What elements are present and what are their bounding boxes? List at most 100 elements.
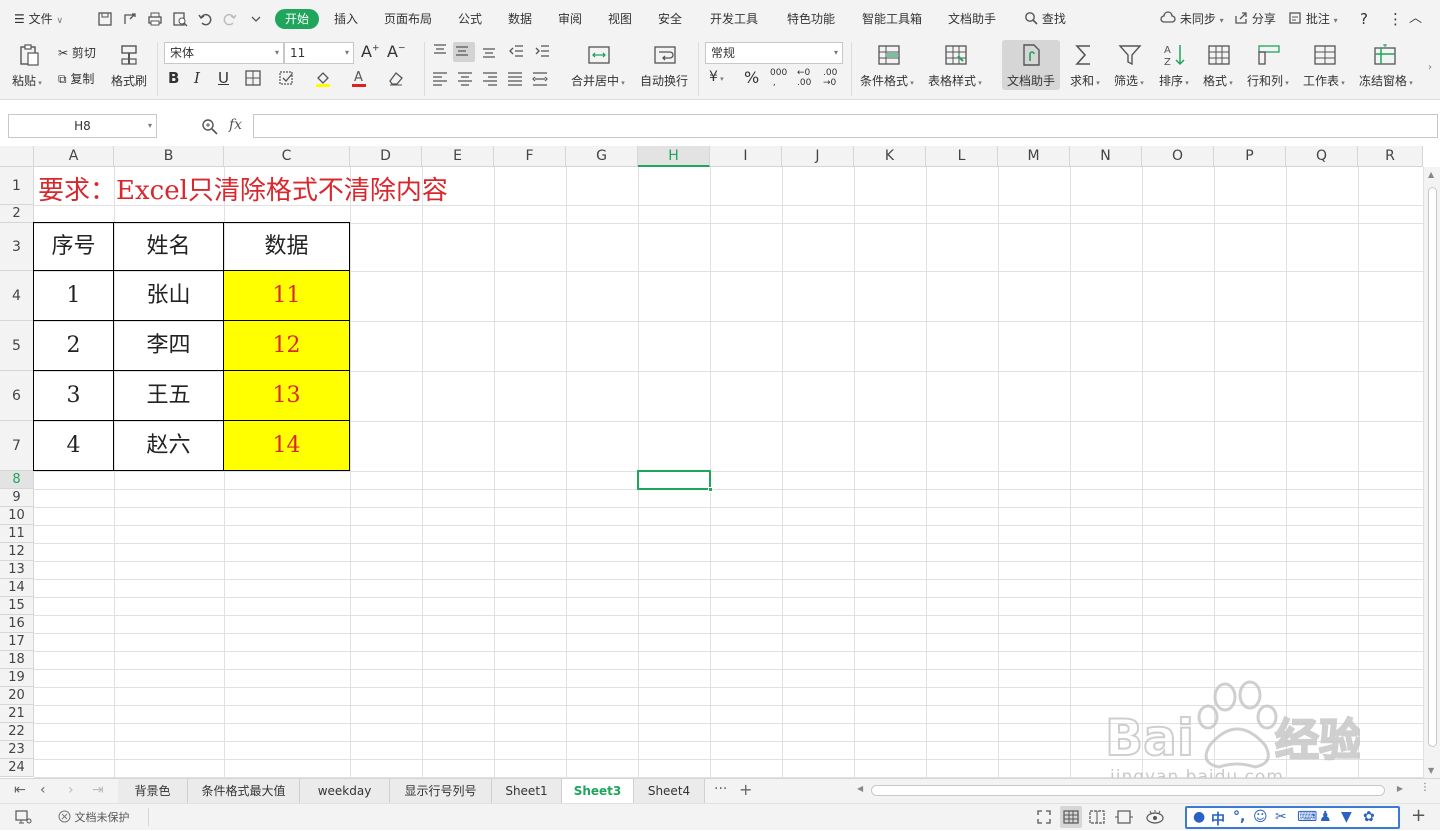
vertical-scroll-thumb[interactable]	[1428, 187, 1437, 747]
print-icon[interactable]	[146, 10, 164, 28]
more-icon[interactable]: ⋮	[1388, 9, 1403, 29]
column-header-i[interactable]: I	[710, 146, 782, 167]
column-header-n[interactable]: N	[1070, 146, 1142, 167]
share-button[interactable]: 分享	[1234, 9, 1276, 29]
insert-function-button[interactable]: fx	[229, 117, 242, 133]
row-header-21[interactable]: 21	[0, 705, 34, 723]
ime-user-center-icon[interactable]: ♟	[1319, 809, 1332, 825]
row-header-10[interactable]: 10	[0, 507, 34, 525]
distributed-align-icon[interactable]	[531, 69, 549, 87]
format-button[interactable]: 格式 ▾	[1203, 72, 1233, 89]
tab-formulas[interactable]: 公式	[458, 9, 482, 29]
row-header-22[interactable]: 22	[0, 723, 34, 741]
justify-icon[interactable]	[506, 69, 524, 87]
column-header-o[interactable]: O	[1142, 146, 1214, 167]
vertical-scrollbar[interactable]: ▲ ▼	[1423, 167, 1440, 778]
underline-button[interactable]: U	[218, 69, 229, 87]
worksheet-button[interactable]: 工作表 ▾	[1303, 72, 1345, 89]
ime-punctuation-icon[interactable]: °,	[1233, 809, 1245, 825]
sort-icon[interactable]: AZ	[1162, 42, 1188, 68]
eye-protection-icon[interactable]	[1145, 808, 1165, 829]
format-painter-button[interactable]: 格式刷	[111, 72, 147, 89]
format-icon[interactable]	[1206, 42, 1232, 68]
file-menu[interactable]: ☰ 文件 ∨	[14, 9, 63, 29]
collapse-ribbon-icon[interactable]: ︿	[1409, 9, 1422, 29]
border-icon[interactable]	[244, 69, 262, 87]
ime-settings-icon[interactable]: ✿	[1363, 809, 1375, 825]
font-size-select[interactable]: 11 ▾	[284, 42, 354, 64]
zoom-formula-icon[interactable]	[201, 118, 219, 136]
spreadsheet-grid[interactable]: ABCDEFGHIJKLMNOPQR 1 2 3 4 5 6 7 8 9 10 11 12 13 14 15…	[0, 146, 1440, 778]
worksheet-icon[interactable]	[1312, 42, 1338, 68]
row-header-23[interactable]: 23	[0, 741, 34, 759]
tab-security[interactable]: 安全	[658, 9, 682, 29]
table-style-button[interactable]: 表格样式 ▾	[928, 72, 982, 89]
normal-view-icon[interactable]	[1060, 806, 1082, 828]
prev-sheet-icon[interactable]: ‹	[40, 782, 46, 798]
align-top-icon[interactable]	[431, 42, 449, 60]
freeze-panes-icon[interactable]	[1372, 42, 1398, 68]
scroll-left-icon[interactable]: ◀	[857, 784, 863, 793]
row-header-18[interactable]: 18	[0, 651, 34, 669]
sheet-tab-4[interactable]: Sheet1	[492, 779, 562, 803]
row-col-button[interactable]: 行和列 ▾	[1247, 72, 1289, 89]
doc-protection-status[interactable]: 文档未保护	[58, 809, 130, 825]
row-header-24[interactable]: 24	[0, 759, 34, 777]
column-header-p[interactable]: P	[1214, 146, 1286, 167]
row-header-1[interactable]: 1	[0, 167, 34, 205]
row-header-5[interactable]: 5	[0, 321, 34, 371]
increase-indent-icon[interactable]	[533, 42, 551, 60]
fill-handle[interactable]	[708, 487, 713, 492]
undo-icon[interactable]	[196, 10, 214, 28]
copy-button[interactable]: ⧉ 复制	[58, 70, 94, 87]
redo-icon[interactable]	[221, 10, 239, 28]
page-break-view-icon[interactable]	[1088, 809, 1106, 828]
last-sheet-icon[interactable]: ⇥	[92, 782, 104, 798]
tab-data[interactable]: 数据	[508, 9, 532, 29]
column-header-q[interactable]: Q	[1286, 146, 1358, 167]
tab-developer[interactable]: 开发工具	[710, 9, 758, 29]
merge-center-button[interactable]: 合并居中 ▾	[571, 72, 625, 89]
first-sheet-icon[interactable]: ⇤	[14, 782, 26, 798]
freeze-panes-button[interactable]: 冻结窗格 ▾	[1359, 72, 1413, 89]
align-center-icon[interactable]	[456, 69, 474, 87]
row-header-16[interactable]: 16	[0, 615, 34, 633]
row-header-15[interactable]: 15	[0, 597, 34, 615]
ime-user-icon[interactable]: ●	[1193, 809, 1205, 825]
cut-button[interactable]: ✂ 剪切	[58, 44, 96, 61]
ime-tools-icon[interactable]: ✂	[1275, 809, 1287, 825]
align-bottom-icon[interactable]	[480, 42, 498, 60]
percent-button[interactable]: %	[744, 68, 759, 87]
column-header-c[interactable]: C	[224, 146, 350, 167]
wrap-text-icon[interactable]	[652, 42, 678, 68]
clear-eraser-icon[interactable]	[387, 69, 405, 87]
column-header-h[interactable]: H	[638, 146, 710, 167]
tab-insert[interactable]: 插入	[334, 9, 358, 29]
align-right-icon[interactable]	[481, 69, 499, 87]
column-header-f[interactable]: F	[494, 146, 566, 167]
doc-assistant-button[interactable]: 文档助手	[1007, 72, 1055, 89]
export-icon[interactable]	[121, 10, 139, 28]
conditional-format-button[interactable]: 条件格式 ▾	[860, 72, 914, 89]
selected-cell-h8[interactable]	[637, 470, 713, 492]
row-header-12[interactable]: 12	[0, 543, 34, 561]
align-middle-icon[interactable]	[453, 42, 475, 62]
merge-center-icon[interactable]	[586, 42, 612, 68]
row-header-9[interactable]: 9	[0, 489, 34, 507]
row-header-4[interactable]: 4	[0, 271, 34, 321]
macro-record-icon[interactable]	[14, 809, 32, 828]
tab-review[interactable]: 审阅	[558, 9, 582, 29]
column-header-a[interactable]: A	[34, 146, 114, 167]
row-header-17[interactable]: 17	[0, 633, 34, 651]
column-header-m[interactable]: M	[998, 146, 1070, 167]
add-sheet-button[interactable]: +	[739, 780, 752, 799]
more-sheets-button[interactable]: ···	[714, 781, 727, 797]
grow-font-icon[interactable]: A+	[361, 42, 380, 61]
tab-view[interactable]: 视图	[608, 9, 632, 29]
column-header-d[interactable]: D	[350, 146, 422, 167]
row-header-2[interactable]: 2	[0, 205, 34, 223]
sheet-tab-0[interactable]: 背景色	[118, 779, 188, 803]
font-name-select[interactable]: 宋体 ▾	[164, 42, 284, 64]
paste-icon[interactable]	[16, 42, 42, 68]
tabs-menu-icon[interactable]: ⋮	[1420, 782, 1430, 793]
